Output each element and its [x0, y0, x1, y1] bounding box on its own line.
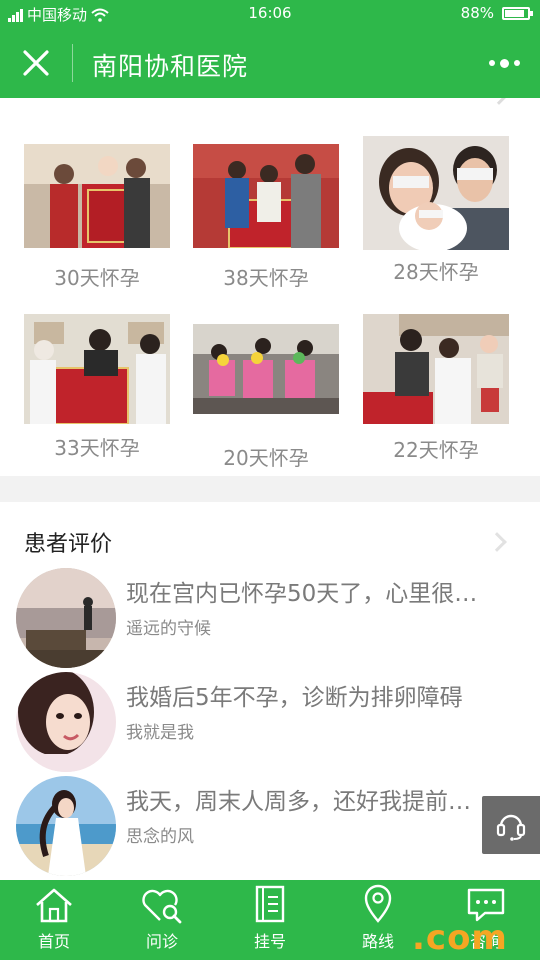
case-photo — [24, 314, 170, 424]
title-bar: 南阳协和医院 — [0, 28, 540, 98]
headset-icon — [496, 814, 526, 841]
success-cases-section: 30天怀孕 38天怀孕 28天怀孕 33天怀孕 20天怀孕 22天怀孕 — [0, 98, 540, 476]
review-user: 我就是我 — [126, 723, 194, 743]
close-icon — [23, 50, 49, 76]
case-label: 20天怀孕 — [223, 446, 309, 470]
tab-register[interactable]: 挂号 — [216, 880, 324, 960]
consult-heart-icon — [142, 889, 182, 924]
case-photo — [193, 144, 339, 248]
chevron-right-icon[interactable] — [489, 98, 509, 105]
avatar — [16, 776, 116, 876]
close-button[interactable] — [14, 43, 58, 83]
tab-label: 路线 — [361, 932, 394, 951]
review-text: 我婚后5年不孕，诊断为排卵障碍 — [126, 685, 463, 711]
case-card[interactable]: 28天怀孕 — [361, 136, 511, 285]
review-text: 我天，周末人周多，还好我提前… — [126, 789, 471, 815]
review-user: 遥远的守候 — [126, 619, 211, 639]
case-photo — [24, 144, 170, 248]
chevron-right-icon[interactable] — [487, 532, 507, 552]
page-content: 30天怀孕 38天怀孕 28天怀孕 33天怀孕 20天怀孕 22天怀孕 患者评价… — [0, 98, 540, 880]
page-title: 南阳协和医院 — [92, 52, 249, 81]
case-card[interactable]: 38天怀孕 — [191, 144, 341, 291]
location-pin-icon — [364, 884, 392, 923]
avatar — [16, 672, 116, 772]
tab-route[interactable]: 路线 — [324, 880, 432, 960]
case-label: 30天怀孕 — [54, 266, 140, 290]
case-label: 33天怀孕 — [54, 436, 140, 460]
tab-consult[interactable]: 问诊 — [108, 880, 216, 960]
case-label: 38天怀孕 — [223, 266, 309, 290]
case-photo — [363, 314, 509, 424]
review-item[interactable]: 现在宫内已怀孕50天了，心里很… 遥远的守候 — [16, 568, 540, 668]
status-bar: 中国移动 16:06 88% — [0, 0, 540, 28]
bottom-tab-bar: 首页 问诊 挂号 路线 咨询 — [0, 880, 540, 960]
reviews-title: 患者评价 — [24, 532, 113, 557]
tab-label: 挂号 — [253, 932, 286, 951]
review-text: 现在宫内已怀孕50天了，心里很… — [126, 581, 478, 607]
case-card[interactable]: 33天怀孕 — [22, 314, 172, 461]
case-photo — [193, 324, 339, 414]
chat-bubble-icon — [467, 888, 505, 922]
section-gap — [0, 476, 540, 502]
case-card[interactable]: 22天怀孕 — [361, 314, 511, 463]
patient-reviews-section: 患者评价 现在宫内已怀孕50天了，心里很… 遥远的守候 我婚后5年不孕，诊断为排… — [0, 502, 540, 880]
tab-chat[interactable]: 咨询 — [432, 880, 540, 960]
case-card[interactable]: 30天怀孕 — [22, 144, 172, 291]
review-item[interactable]: 我婚后5年不孕，诊断为排卵障碍 我就是我 — [16, 672, 540, 772]
review-item[interactable]: 我天，周末人周多，还好我提前… 思念的风 — [16, 776, 540, 876]
tab-label: 咨询 — [469, 932, 502, 951]
tab-home[interactable]: 首页 — [0, 880, 108, 960]
case-label: 28天怀孕 — [393, 260, 479, 284]
case-card[interactable]: 20天怀孕 — [191, 324, 341, 471]
customer-service-button[interactable] — [482, 796, 540, 854]
more-dots-icon — [488, 58, 520, 68]
clock: 16:06 — [248, 4, 292, 22]
home-icon — [36, 888, 72, 923]
more-button[interactable] — [484, 50, 524, 76]
register-book-icon — [255, 885, 285, 923]
battery-percent: 88% — [460, 4, 494, 22]
case-photo — [363, 136, 509, 250]
case-label: 22天怀孕 — [393, 438, 479, 462]
tab-label: 首页 — [37, 932, 70, 951]
avatar — [16, 568, 116, 668]
header-divider — [72, 44, 73, 82]
battery-icon — [502, 6, 533, 20]
review-user: 思念的风 — [126, 827, 194, 847]
tab-label: 问诊 — [145, 932, 178, 951]
